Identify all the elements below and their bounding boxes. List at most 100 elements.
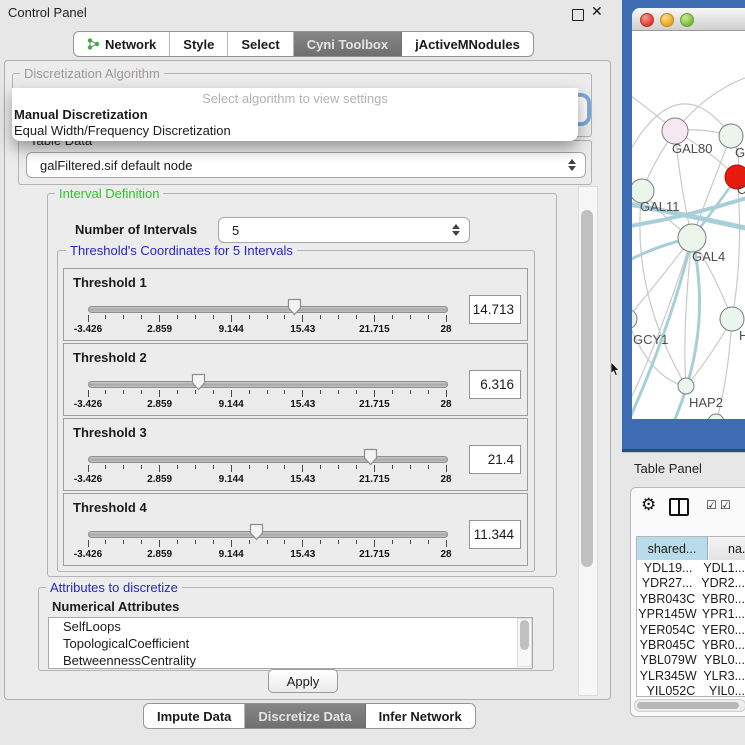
tab-jactivemnodules[interactable]: jActiveMNodules [402, 32, 533, 56]
threshold-value-field[interactable]: 11.344 [469, 520, 521, 549]
tick-mark [195, 315, 196, 319]
table-hscrollbar-track[interactable] [634, 699, 745, 712]
table-row[interactable]: YBR043CYBR0... [637, 592, 745, 607]
gear-icon[interactable]: ⚙ [641, 495, 656, 515]
number-of-intervals-combo[interactable]: 5 [218, 217, 470, 243]
tick-mark [159, 390, 160, 397]
tick-mark [105, 540, 106, 544]
cell-name: YBR0... [698, 592, 745, 607]
tab-discretize-data[interactable]: Discretize Data [245, 704, 365, 728]
popup-item-manual-discretization[interactable]: Manual Discretization [14, 107, 148, 122]
numerical-attributes-list[interactable]: SelfLoopsTopologicalCoefficientBetweenne… [48, 617, 533, 669]
list-item[interactable]: TopologicalCoefficient [49, 635, 532, 652]
slider-handle[interactable] [191, 373, 206, 396]
table-row[interactable]: YER054CYER0... [637, 623, 745, 638]
threshold-label: Threshold 4 [73, 500, 147, 515]
column-header-shared[interactable]: shared... [637, 537, 708, 560]
slider-handle[interactable] [249, 523, 264, 546]
tick-mark [428, 315, 429, 319]
tick-label: -3.426 [63, 474, 113, 485]
cell-shared-name: YIL052C [637, 684, 705, 699]
threshold-row: Threshold 1-3.4262.8599.14415.4321.71528… [63, 268, 528, 341]
list-item[interactable]: BetweennessCentrality [49, 652, 532, 669]
attributes-list-scrollbar-thumb[interactable] [520, 620, 529, 650]
checkbox-icon[interactable]: ☑ [720, 498, 731, 512]
minimize-traffic-light-icon[interactable] [660, 13, 674, 27]
tick-mark [231, 540, 232, 547]
network-canvas[interactable]: GAL80GAL11GAL4GCY1HAP2GACH [632, 31, 745, 419]
tick-mark [195, 540, 196, 544]
tick-mark [123, 540, 124, 544]
network-node[interactable] [632, 309, 637, 329]
slider-track[interactable] [88, 306, 448, 313]
checkbox-icon[interactable]: ☑ [706, 498, 717, 512]
table-row[interactable]: YDL19...YDL1... [637, 561, 745, 576]
tick-label: 2.859 [135, 474, 185, 485]
table-data-combo[interactable]: galFiltered.sif default node [26, 152, 586, 178]
zoom-traffic-light-icon[interactable] [680, 13, 694, 27]
cell-name: YIL0... [705, 684, 745, 699]
cell-shared-name: YBR043C [637, 592, 698, 607]
tick-label: 15.43 [278, 549, 328, 560]
tab-style[interactable]: Style [170, 32, 228, 56]
table-hscrollbar-thumb[interactable] [637, 702, 739, 709]
number-of-intervals-label: Number of Intervals [75, 222, 197, 237]
network-node[interactable] [678, 378, 694, 394]
split-columns-icon[interactable] [669, 498, 689, 516]
tick-label: -3.426 [63, 324, 113, 335]
tab-network[interactable]: Network [74, 32, 170, 56]
column-header-name[interactable]: na... [709, 537, 745, 560]
network-window-titlebar[interactable] [632, 8, 745, 31]
tick-mark [446, 390, 447, 397]
popup-item-equal-width-frequency[interactable]: Equal Width/Frequency Discretization [14, 123, 231, 138]
tick-mark [392, 315, 393, 319]
threshold-value-field[interactable]: 21.4 [469, 445, 521, 474]
tick-label: 9.144 [206, 549, 256, 560]
close-icon[interactable]: ✕ [591, 3, 603, 20]
tick-mark [446, 540, 447, 547]
tick-label: 2.859 [135, 549, 185, 560]
tick-mark [177, 315, 178, 319]
tick-mark [428, 540, 429, 544]
threshold-value-field[interactable]: 6.316 [469, 370, 521, 399]
table-row[interactable]: YBL079WYBL0... [637, 653, 745, 668]
cell-name: YBL0... [700, 653, 745, 668]
list-item[interactable]: SelfLoops [49, 618, 532, 635]
threshold-value-field[interactable]: 14.713 [469, 295, 521, 324]
close-traffic-light-icon[interactable] [640, 13, 654, 27]
tick-mark [428, 465, 429, 469]
slider-handle[interactable] [363, 448, 378, 471]
slider-track[interactable] [88, 381, 448, 388]
table-row[interactable]: YLR345WYLR3... [637, 669, 745, 684]
network-node-label: HAP2 [689, 395, 723, 410]
network-node-label: GAL80 [672, 141, 712, 156]
table-row[interactable]: YDR27...YDR2... [637, 576, 745, 591]
table-row[interactable]: YIL052CYIL0... [637, 684, 745, 699]
panel-scrollbar-thumb[interactable] [581, 210, 593, 567]
slider-track[interactable] [88, 456, 448, 463]
tick-mark [195, 465, 196, 469]
tick-mark [392, 540, 393, 544]
tab-infer-network[interactable]: Infer Network [366, 704, 475, 728]
tick-mark [231, 390, 232, 397]
tick-label: 15.43 [278, 399, 328, 410]
table-row[interactable]: YPR145WYPR1... [637, 607, 745, 622]
tick-label: -3.426 [63, 549, 113, 560]
float-window-icon[interactable] [572, 9, 584, 21]
tab-select[interactable]: Select [228, 32, 293, 56]
network-node[interactable] [678, 224, 706, 252]
apply-button[interactable]: Apply [268, 669, 338, 693]
network-edge[interactable] [732, 177, 740, 319]
algorithm-popup: Select algorithm to view settings Manual… [12, 88, 578, 141]
table-row[interactable]: YBR045CYBR0... [637, 638, 745, 653]
tab-cyni-toolbox[interactable]: Cyni Toolbox [294, 32, 402, 56]
slider-handle[interactable] [287, 298, 302, 321]
tick-mark [320, 390, 321, 394]
tick-mark [428, 390, 429, 394]
tick-mark [284, 540, 285, 544]
network-node[interactable] [708, 414, 724, 419]
tick-mark [302, 390, 303, 397]
cell-shared-name: YBR045C [637, 638, 698, 653]
tab-impute-data[interactable]: Impute Data [144, 704, 245, 728]
slider-track[interactable] [88, 531, 448, 538]
